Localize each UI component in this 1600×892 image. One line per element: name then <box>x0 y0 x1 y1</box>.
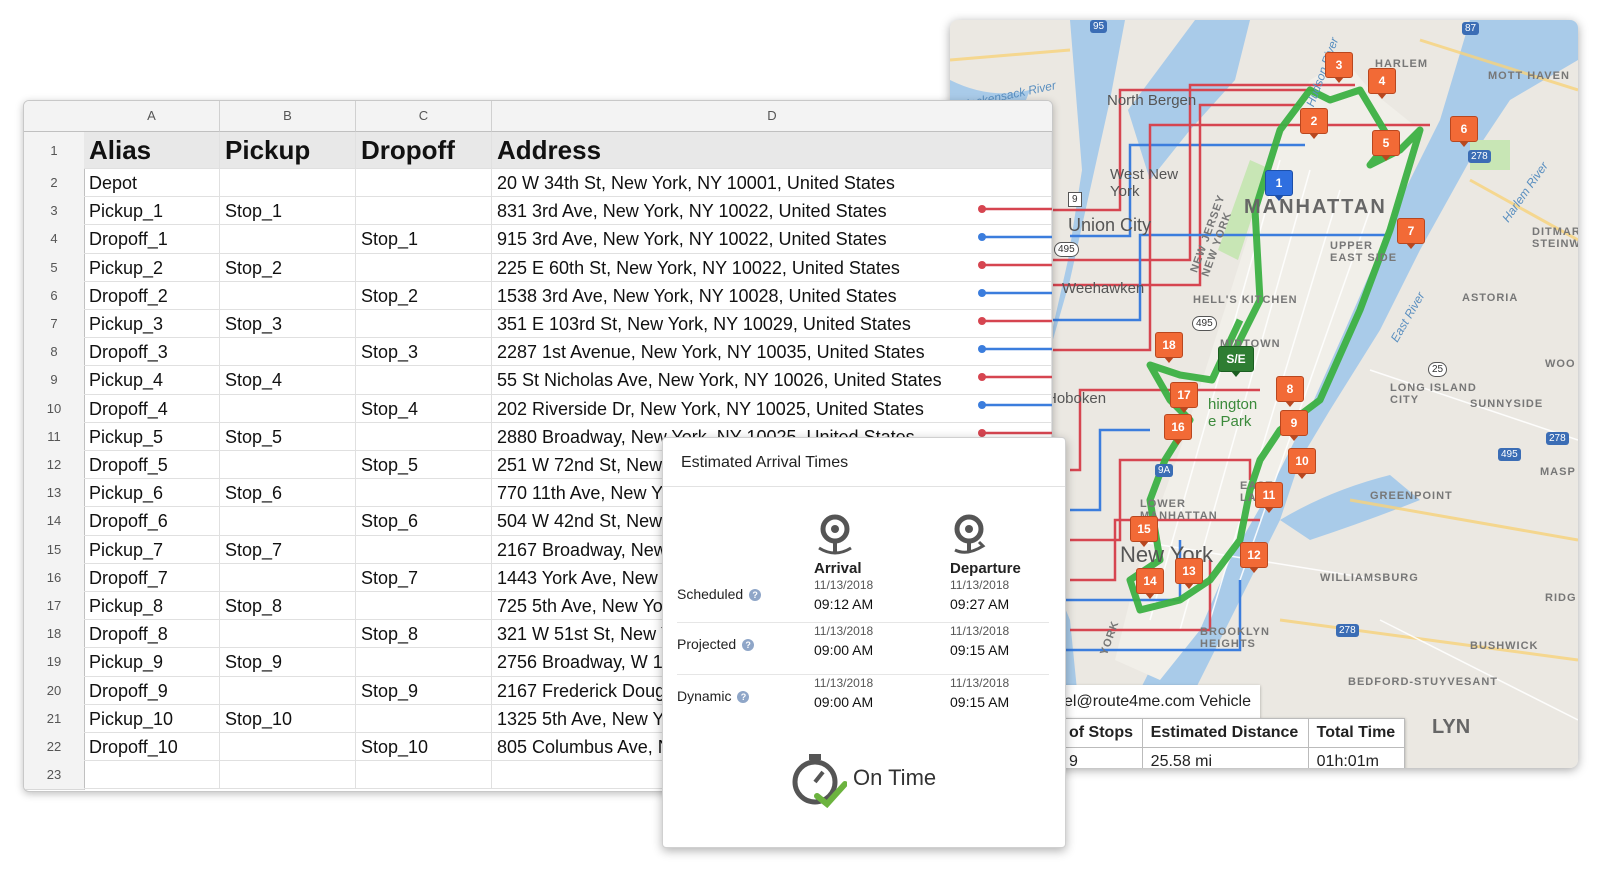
arrival-date: 11/13/2018 <box>814 578 874 592</box>
connector-dot <box>978 401 986 409</box>
arrival-time: 09:00 AM <box>814 642 874 658</box>
on-time-status: On Time <box>853 765 937 790</box>
eta-row-label-text: Scheduled <box>677 586 744 602</box>
departure-time: 09:15 AM <box>950 642 1010 658</box>
eta-row-label: Scheduled? <box>677 586 762 602</box>
connector-dot <box>978 233 986 241</box>
arrival-date: 11/13/2018 <box>814 624 874 638</box>
connector-dot <box>978 429 986 437</box>
arrival-icon <box>818 514 852 555</box>
connector-dot <box>978 317 986 325</box>
arrival-time: 09:12 AM <box>814 596 874 612</box>
eta-row-divider <box>677 674 1049 675</box>
eta-row-label: Dynamic? <box>677 688 750 704</box>
departure-date: 11/13/2018 <box>950 578 1010 592</box>
departure-time: 09:27 AM <box>950 596 1010 612</box>
arrival-date: 11/13/2018 <box>814 676 874 690</box>
on-time-icon <box>792 754 847 808</box>
eta-panel: Estimated Arrival Times Arrival Departur… <box>662 437 1066 848</box>
departure-header: Departure <box>950 560 1021 577</box>
arrival-time: 09:00 AM <box>814 694 874 710</box>
eta-row-label-text: Dynamic <box>677 688 732 704</box>
help-icon[interactable]: ? <box>737 691 750 704</box>
eta-title: Estimated Arrival Times <box>681 454 849 471</box>
eta-row-label-text: Projected <box>677 636 737 652</box>
connector-dot <box>978 345 986 353</box>
connector-dot <box>978 373 986 381</box>
eta-row-divider <box>677 622 1049 623</box>
arrival-header: Arrival <box>814 560 862 577</box>
connector-dot <box>978 205 986 213</box>
help-icon[interactable]: ? <box>749 589 762 602</box>
connector-dot <box>978 289 986 297</box>
eta-row-label: Projected? <box>677 636 755 652</box>
departure-date: 11/13/2018 <box>950 624 1010 638</box>
connector-dot <box>978 261 986 269</box>
eta-divider <box>663 486 1065 487</box>
departure-time: 09:15 AM <box>950 694 1010 710</box>
departure-icon <box>954 514 986 554</box>
departure-date: 11/13/2018 <box>950 676 1010 690</box>
help-icon[interactable]: ? <box>742 639 755 652</box>
